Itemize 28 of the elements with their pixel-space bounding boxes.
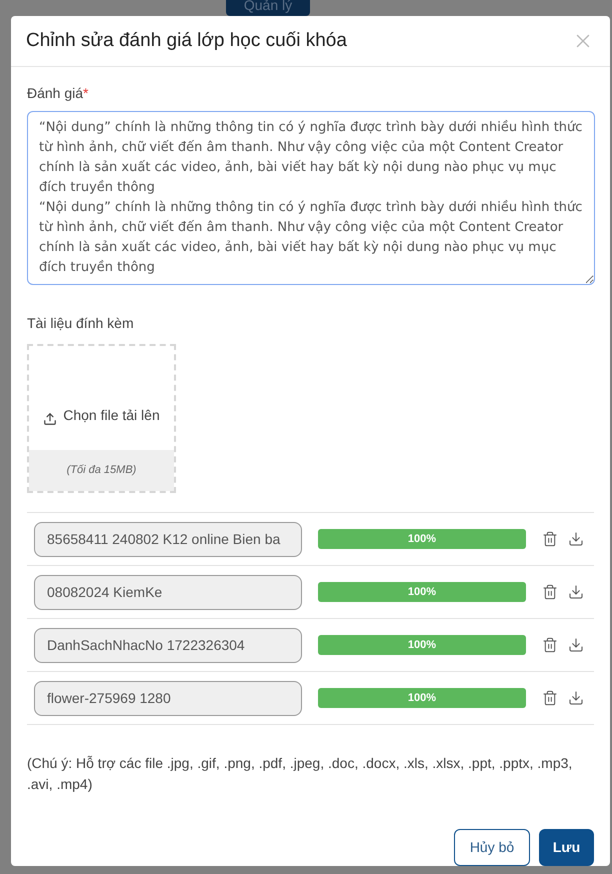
required-asterisk: *: [83, 84, 88, 103]
cancel-button[interactable]: Hủy bỏ: [454, 829, 530, 866]
upload-dropzone[interactable]: Chọn file tải lên (Tối đa 15MB): [27, 344, 176, 493]
delete-icon[interactable]: [542, 690, 558, 706]
supported-files-note: (Chú ý: Hỗ trợ các file .jpg, .gif, .png, .pdf, .jpeg, .doc, .docx, .xls, .xlsx, .ppt, .pptx, .mp3, .avi, .mp4): [27, 754, 574, 794]
progress-reading: 100%: [406, 584, 438, 600]
progress-reading: 100%: [406, 638, 438, 653]
delete-icon[interactable]: [542, 637, 558, 653]
save-button[interactable]: Lưu: [539, 829, 594, 866]
download-icon[interactable]: [568, 637, 584, 653]
progress-reading: 100%: [406, 690, 438, 706]
download-icon[interactable]: [568, 584, 584, 600]
dialog-title: Chỉnh sửa đánh giá lớp học cuối khóa: [26, 28, 347, 53]
download-icon[interactable]: [568, 690, 584, 706]
file-name-field[interactable]: 08082024 KiemKe: [34, 574, 302, 610]
attachments-label: Tài liệu đính kèm: [27, 314, 135, 333]
file-name-field[interactable]: flower-275969 1280: [34, 680, 302, 716]
file-name-field[interactable]: 85658411 240802 K12 online Bien ba: [34, 522, 302, 556]
delete-icon[interactable]: [542, 584, 558, 600]
size-limit: (Tối đa 15MB): [66, 463, 136, 478]
download-icon[interactable]: [568, 531, 584, 547]
upload-icon: [43, 412, 58, 426]
delete-icon[interactable]: [542, 531, 558, 547]
field-label: Đánh giá: [27, 84, 84, 103]
progress-reading: 100%: [406, 532, 438, 547]
upload-text: Chọn file tải lên: [63, 406, 160, 425]
review-textarea[interactable]: “Nội dung” chính là những thông tin có ý nghĩa được trình bày dưới nhiều hình thức từ hình ảnh, chữ viết đến âm thanh. Như vậy công việc của một Content Creator chính là sản xuất các video, ảnh, bài viết hay bất kỳ nội dung nào phục vụ mục đích truyền thông “Nội dung” chính là những thông tin có ý nghĩa được trình bày dưới nhiều hình thức từ hình ảnh, chữ viết đến âm thanh. Như vậy công việc của một Content Creator chính là sản xuất các video, ảnh, bài viết hay bất kỳ nội dung nào phục vụ mục đích truyền thông: [27, 111, 595, 285]
file-name-field[interactable]: DanhSachNhacNo 1722326304: [34, 628, 302, 662]
